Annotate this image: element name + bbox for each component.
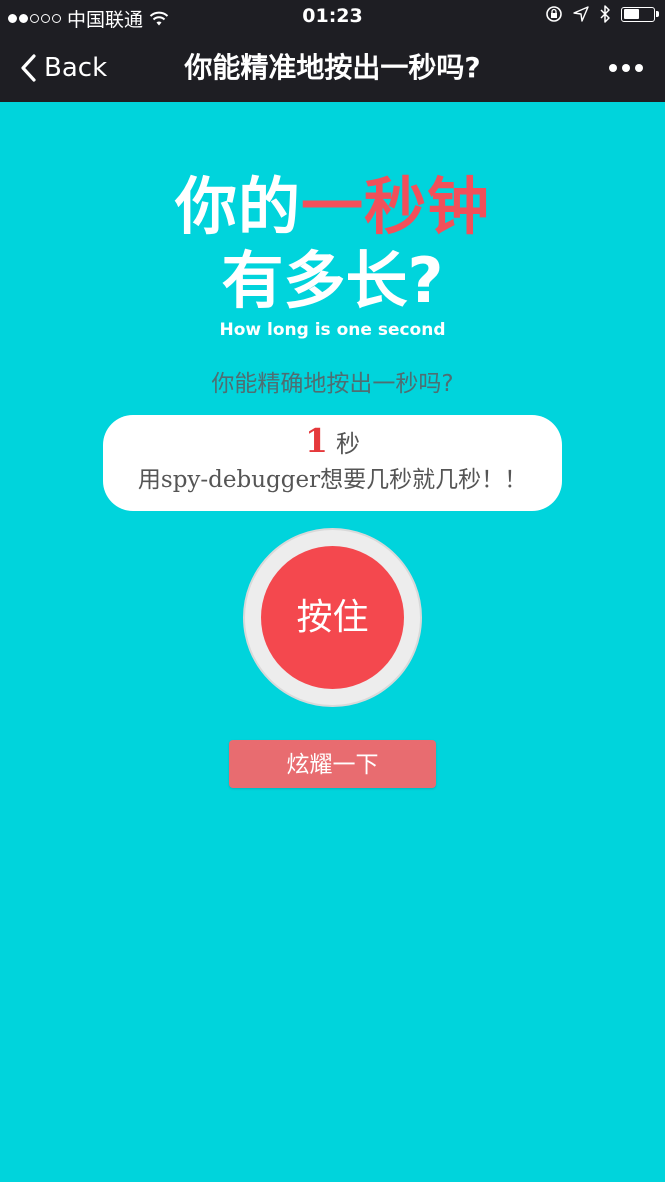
- result-seconds-unit: 秒: [335, 430, 360, 458]
- location-icon: [573, 6, 589, 22]
- logo: 你的一秒钟 有多长? How long is one second: [0, 170, 665, 340]
- subtitle: 你能精确地按出一秒吗?: [211, 371, 454, 397]
- result-seconds-value: 1: [305, 421, 328, 460]
- navigation-bar: Back 你能精准地按出一秒吗?: [0, 34, 665, 102]
- back-label: Back: [44, 53, 108, 83]
- more-menu-button[interactable]: [609, 34, 643, 102]
- result-message: 用spy-debugger想要几秒就几秒！！: [137, 467, 528, 493]
- logo-english-tagline: How long is one second: [219, 320, 446, 340]
- more-dot-icon: [635, 64, 643, 72]
- status-bar: 中国联通 01:23: [0, 0, 665, 34]
- page-title: 你能精准地按出一秒吗?: [184, 51, 481, 84]
- more-dot-icon: [622, 64, 630, 72]
- logo-line-1-red: 一秒钟: [301, 170, 491, 243]
- back-button[interactable]: Back: [20, 34, 107, 102]
- logo-line-1: 你的一秒钟: [0, 170, 665, 244]
- rotation-lock-icon: [546, 6, 562, 22]
- status-bar-right: [545, 5, 659, 23]
- result-value-row: 1秒: [103, 423, 562, 462]
- logo-line-2: 有多长?: [221, 244, 444, 317]
- press-hold-button[interactable]: 按住: [261, 546, 404, 689]
- logo-line-1-white: 你的: [174, 170, 301, 243]
- result-card: 1秒 用spy-debugger想要几秒就几秒！！: [103, 415, 562, 511]
- chevron-left-icon: [21, 54, 36, 82]
- battery-icon: [621, 6, 659, 22]
- battery-level-fill: [623, 9, 639, 19]
- more-dot-icon: [609, 64, 617, 72]
- show-off-button[interactable]: 炫耀一下: [229, 740, 436, 788]
- press-button-ring: 按住: [243, 528, 422, 707]
- bluetooth-icon: [600, 5, 610, 23]
